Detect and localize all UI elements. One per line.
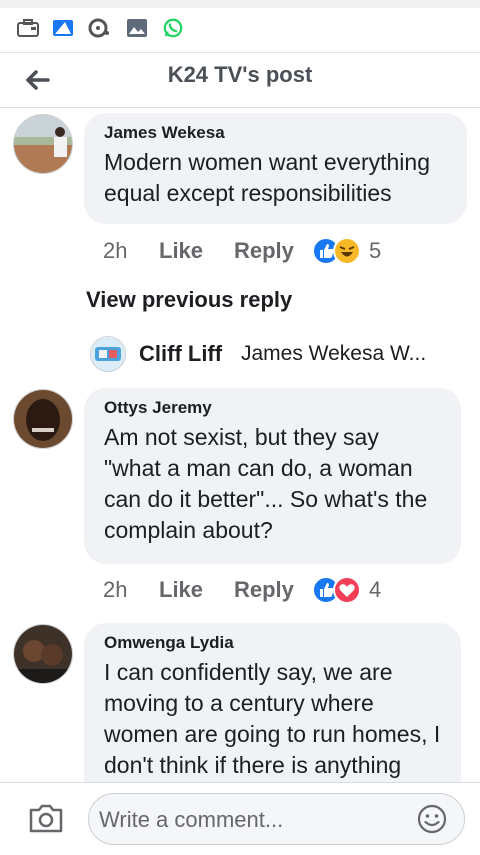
reply-author[interactable]: Cliff Liff [139,341,222,367]
reply-button[interactable]: Reply [234,577,294,603]
comment-text: Modern women want everything equal excep… [104,149,430,206]
comment-input[interactable]: Write a comment... [88,793,465,845]
camera-icon[interactable] [28,802,64,834]
profile-photo [14,115,72,173]
profile-photo [14,390,72,448]
reply-preview[interactable]: Cliff Liff James Wekesa W... [90,336,470,372]
avatar[interactable] [13,624,73,684]
love-reaction-icon[interactable] [333,576,361,604]
image-icon [127,19,147,37]
reply-preview-text: James Wekesa W... [241,342,427,365]
haha-reaction-icon[interactable] [333,237,361,265]
music-disc-icon [88,18,109,38]
comment-input-placeholder[interactable]: Write a comment... [99,807,283,833]
comment-time: 2h [103,577,128,602]
emoji-icon[interactable] [416,803,448,835]
comment-time: 2h [103,238,128,263]
profile-photo [14,625,72,683]
comment-text: I can confidently say, we are moving to … [104,659,441,778]
view-previous-reply-link[interactable]: View previous reply [86,287,292,313]
comment-text: Am not sexist, but they say "what a man … [104,424,428,543]
reaction-count[interactable]: 4 [369,577,381,603]
reaction-count[interactable]: 5 [369,238,381,264]
comment-author[interactable]: Ottys Jeremy [104,398,441,418]
status-bar-edge [0,0,480,8]
avatar[interactable] [13,389,73,449]
whatsapp-icon [163,18,183,38]
post-header: K24 TV's post [0,53,480,108]
comment-composer: Write a comment... [0,782,480,855]
comment-bubble[interactable]: Ottys Jeremy Am not sexist, but they say… [84,388,461,564]
briefcase-icon [17,19,39,37]
reply-avatar[interactable] [90,336,126,372]
comment-author[interactable]: Omwenga Lydia [104,633,441,653]
comment-actions: 2h Like Reply 4 [0,576,480,604]
avatar[interactable] [13,114,73,174]
profile-photo [91,337,125,371]
page-title: K24 TV's post [167,62,313,87]
comment-actions: 2h Like Reply 5 [0,237,480,265]
reply-button[interactable]: Reply [234,238,294,264]
like-button[interactable]: Like [159,577,203,603]
comment-author[interactable]: James Wekesa [104,123,447,143]
gallery-icon [53,20,73,36]
comment-bubble[interactable]: James Wekesa Modern women want everythin… [84,113,467,224]
status-bar [0,0,480,53]
like-button[interactable]: Like [159,238,203,264]
